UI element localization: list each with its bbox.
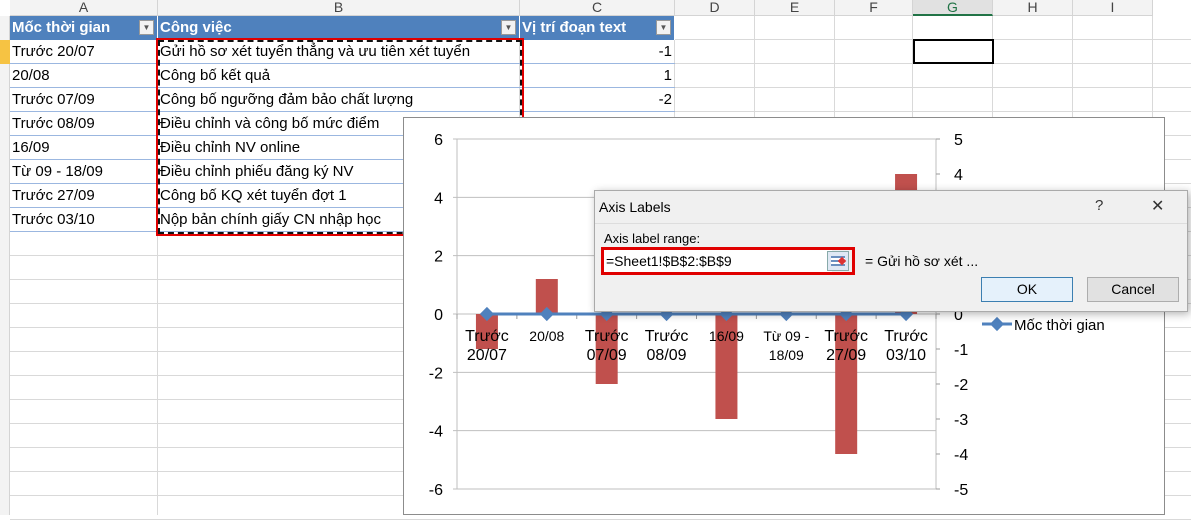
left-tick-label: 6 (434, 132, 443, 149)
column-header-G[interactable]: G (913, 0, 993, 16)
category-label: 20/08 (529, 328, 564, 344)
table-cell[interactable]: Trước 27/09 (10, 184, 158, 208)
legend-marker (989, 316, 1005, 332)
table-cell[interactable]: -2 (520, 88, 675, 112)
help-button[interactable]: ? (1095, 197, 1103, 214)
table-cell[interactable]: Trước 03/10 (10, 208, 158, 232)
left-tick-label: 4 (434, 190, 443, 207)
table-header[interactable]: Công việc ▼ (158, 16, 520, 40)
ok-button[interactable]: OK (981, 277, 1073, 302)
table-cell[interactable]: Trước 20/07 (10, 40, 158, 64)
range-preview: = Gửi hồ sơ xét ... (865, 253, 979, 269)
filter-dropdown-icon[interactable]: ▼ (501, 20, 516, 35)
table-cell[interactable]: 16/09 (10, 136, 158, 160)
left-tick-label: -4 (429, 424, 443, 441)
right-tick-label: -4 (954, 447, 968, 464)
table-cell[interactable]: Trước 08/09 (10, 112, 158, 136)
cancel-button[interactable]: Cancel (1087, 277, 1179, 302)
axis-labels-dialog: Axis Labels ? ✕ Axis label range: =Sheet… (594, 190, 1188, 312)
category-label: Trước 08/09 (645, 328, 689, 364)
table-cell[interactable]: 1 (520, 64, 675, 88)
table-header[interactable]: Mốc thời gian ▼ (10, 16, 158, 40)
category-label: Trước 03/10 (884, 328, 928, 364)
table-cell[interactable]: 20/08 (10, 64, 158, 88)
column-header-I[interactable]: I (1073, 0, 1153, 16)
header-label: Công việc (160, 19, 232, 36)
column-header-H[interactable]: H (993, 0, 1073, 16)
column-header-E[interactable]: E (755, 0, 835, 16)
active-cell-G2[interactable] (913, 39, 994, 64)
row-2-indicator (0, 40, 10, 64)
header-label: Mốc thời gian (12, 19, 111, 36)
axis-label-range-input[interactable]: =Sheet1!$B$2:$B$9 (604, 250, 832, 272)
chart-svg: 6420-2-4-6543210-1-2-3-4-5Trước20/0720/0… (429, 132, 1105, 499)
category-label: 16/09 (709, 328, 744, 344)
table-header[interactable]: Vị trí đoạn text ▼ (520, 16, 675, 40)
right-tick-label: -2 (954, 377, 968, 394)
left-tick-label: 0 (434, 307, 443, 324)
close-button[interactable]: ✕ (1151, 196, 1164, 216)
right-tick-label: -3 (954, 412, 968, 429)
right-tick-label: 5 (954, 132, 963, 149)
left-tick-label: 2 (434, 249, 443, 266)
table-cell[interactable]: Từ 09 - 18/09 (10, 160, 158, 184)
column-header-C[interactable]: C (520, 0, 675, 16)
column-header-F[interactable]: F (835, 0, 913, 16)
chart[interactable]: 6420-2-4-6543210-1-2-3-4-5Trước20/0720/0… (403, 117, 1165, 515)
legend-label: Mốc thời gian (1014, 317, 1105, 334)
right-tick-label: -5 (954, 482, 968, 499)
left-tick-label: -6 (429, 482, 443, 499)
column-header-B[interactable]: B (158, 0, 520, 16)
filter-dropdown-icon[interactable]: ▼ (656, 20, 671, 35)
column-header-D[interactable]: D (675, 0, 755, 16)
table-cell[interactable]: -1 (520, 40, 675, 64)
collapse-dialog-icon[interactable] (827, 251, 849, 271)
column-header-A[interactable]: A (10, 0, 158, 16)
gridline (10, 519, 1191, 520)
left-tick-label: -2 (429, 365, 443, 382)
header-label: Vị trí đoạn text (522, 19, 627, 36)
category-label: Từ 09 -18/09 (763, 328, 809, 363)
filter-dropdown-icon[interactable]: ▼ (139, 20, 154, 35)
table-cell[interactable]: Trước 07/09 (10, 88, 158, 112)
row-headers[interactable] (0, 16, 10, 515)
range-label: Axis label range: (604, 231, 701, 246)
dialog-title: Axis Labels (599, 199, 671, 215)
right-tick-label: -1 (954, 342, 968, 359)
right-tick-label: 4 (954, 167, 963, 184)
